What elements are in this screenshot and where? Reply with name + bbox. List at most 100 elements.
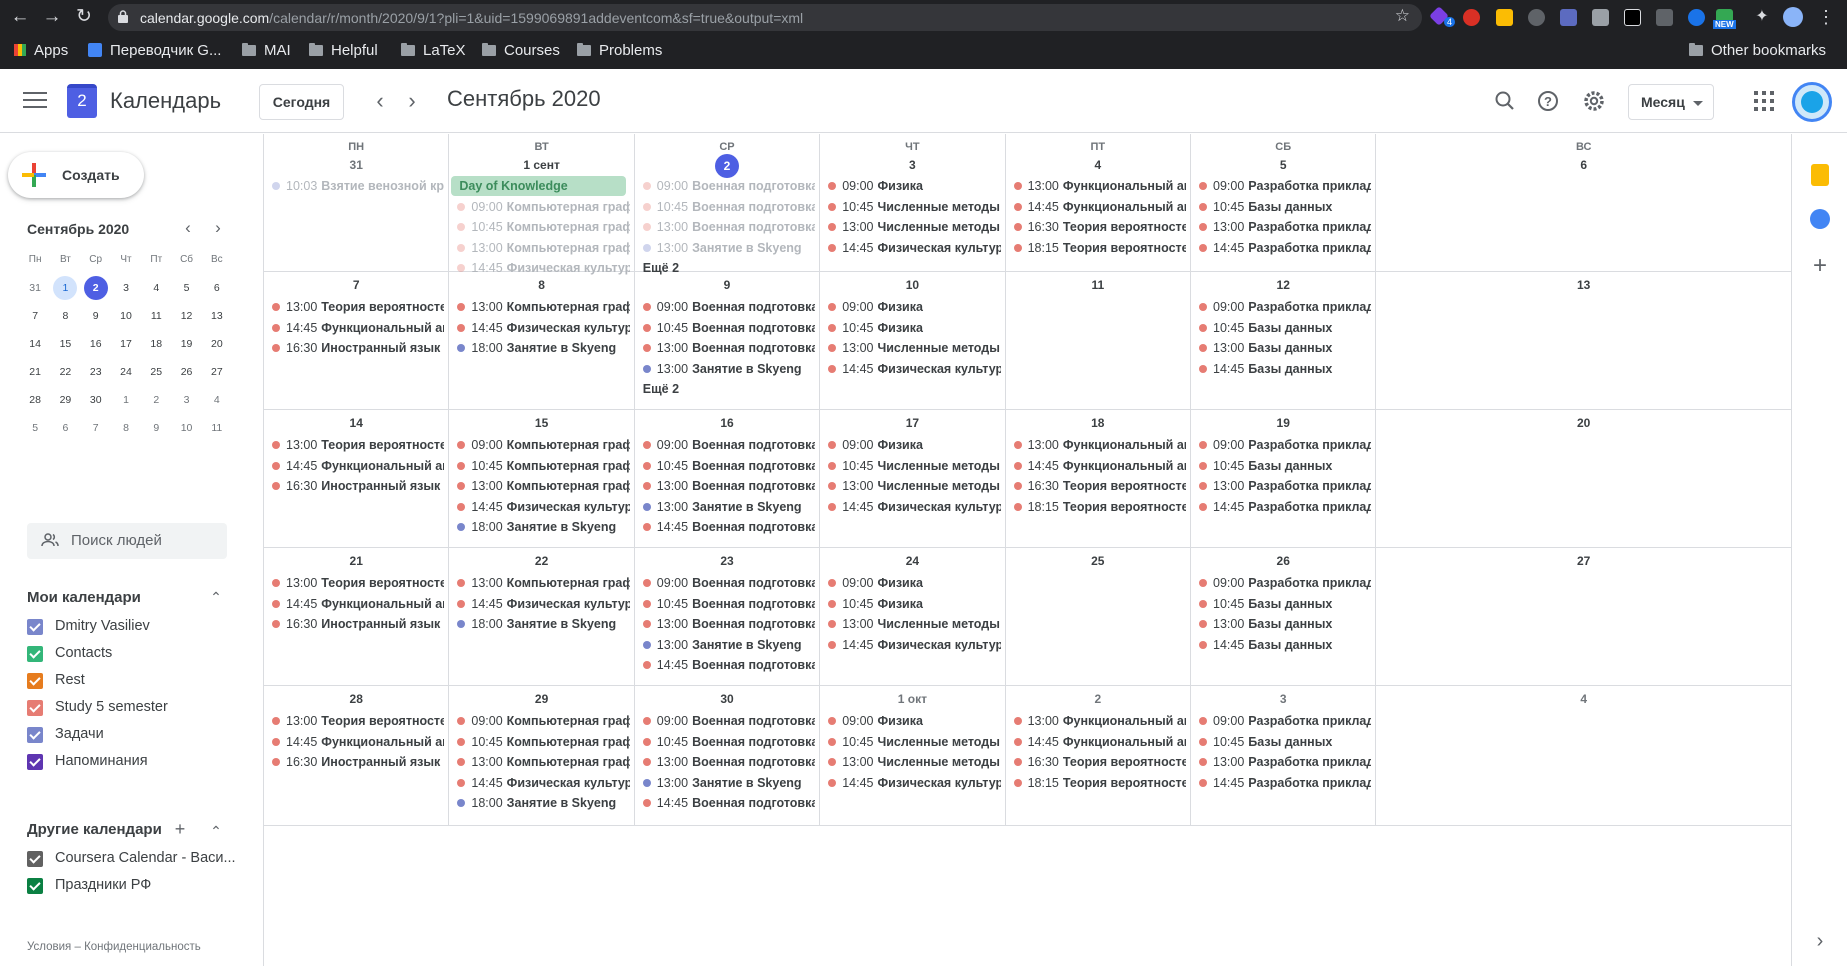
event-chip[interactable]: 18:15Теория вероятностей и мат — [1013, 773, 1186, 793]
event-chip[interactable]: 13:00Функциональный анализ — [1013, 711, 1186, 731]
checkbox[interactable] — [27, 619, 43, 635]
day-number[interactable]: 14 — [264, 416, 448, 430]
event-chip[interactable]: 09:00Компьютерная графика — [457, 711, 630, 731]
event-chip[interactable]: 13:00Разработка прикладных кс — [1199, 752, 1371, 772]
event-chip[interactable]: 10:45 Численные методы — [828, 197, 1000, 217]
chevron-up-icon[interactable]: ⌃ — [209, 589, 223, 605]
day-number[interactable]: 21 — [264, 554, 448, 568]
event-chip[interactable]: 10:45 Военная подготовка — [642, 732, 815, 752]
address-bar[interactable]: calendar.google.com/calendar/r/month/202… — [108, 4, 1422, 31]
event-chip[interactable]: 18:00 Занятие в Skyeng — [457, 614, 629, 634]
mini-day[interactable]: 10 — [171, 414, 201, 442]
event-chip[interactable]: 14:45Функциональный анализ — [1013, 197, 1186, 217]
extension-t-icon[interactable] — [1496, 9, 1513, 26]
prev-month-icon[interactable]: ‹ — [366, 87, 394, 115]
day-cell[interactable]: 2113:00Теория вероятностей и мат14:45Фун… — [264, 548, 450, 685]
event-chip[interactable]: 13:00 Занятие в Skyeng — [642, 773, 815, 793]
event-chip[interactable]: 14:45Функциональный анализ — [272, 318, 444, 338]
day-cell[interactable]: ПН 31 10:03Взятие венозной крови — [264, 134, 450, 271]
day-number[interactable]: 2 — [1006, 692, 1190, 706]
event-chip[interactable]: 14:45 Физическая культура — [457, 773, 630, 793]
day-number[interactable]: 5 — [1191, 158, 1375, 172]
event-chip[interactable]: 18:15Теория вероятностей и мат — [1013, 497, 1186, 517]
event-chip[interactable]: 09:00 Физика — [828, 435, 1000, 455]
mini-day[interactable]: 27 — [202, 358, 232, 386]
day-cell[interactable]: 24 09:00 Физика 10:45 Физика 13:00 Численные м… — [820, 548, 1006, 685]
day-number[interactable]: 27 — [1376, 554, 1791, 568]
event-chip[interactable]: 14:45Функциональный анализ — [272, 732, 444, 752]
event-chip[interactable]: 10:45 Численные методы — [828, 732, 1000, 752]
event-chip[interactable]: 14:45 Физическая культура — [828, 359, 1001, 379]
search-icon[interactable] — [1491, 87, 1519, 115]
event-chip[interactable]: 10:45 Военная подготовка — [642, 318, 815, 338]
mini-day[interactable]: 18 — [141, 330, 171, 358]
more-vert-icon[interactable]: ⋮ — [1814, 5, 1838, 29]
event-chip[interactable]: 14:45Функциональный анализ — [272, 456, 444, 476]
day-number[interactable]: 13 — [1376, 278, 1791, 292]
event-chip[interactable]: 16:30 Иностранный язык — [272, 476, 444, 496]
day-cell[interactable]: 813:00Компьютерная графика14:45Физическа… — [449, 272, 635, 409]
event-chip[interactable]: 13:00Компьютерная графика — [457, 752, 630, 772]
event-chip[interactable]: 16:30 Иностранный язык — [272, 752, 444, 772]
bookmark-courses[interactable]: Courses — [482, 41, 560, 61]
day-number[interactable]: 4 — [1376, 692, 1791, 706]
event-chip[interactable]: 16:30 Иностранный язык — [272, 614, 444, 634]
day-cell[interactable]: 2213:00Компьютерная графика14:45Физическ… — [449, 548, 635, 685]
event-chip[interactable]: 10:45 Военная подготовка — [642, 594, 815, 614]
forward-icon[interactable]: → — [40, 5, 64, 29]
day-number[interactable]: 30 — [635, 692, 819, 706]
event-chip[interactable]: 09:00 Военная подготовка — [642, 573, 815, 593]
event-chip[interactable]: 13:00 Занятие в Skyeng — [642, 635, 815, 655]
day-number[interactable]: 28 — [264, 692, 448, 706]
add-addon-icon[interactable]: + — [1808, 254, 1832, 279]
day-cell[interactable]: 713:00Теория вероятностей и мат14:45Функ… — [264, 272, 450, 409]
day-number[interactable]: 6 — [1376, 158, 1791, 172]
mini-day[interactable]: 26 — [171, 358, 201, 386]
checkbox[interactable] — [27, 878, 43, 894]
event-chip[interactable]: 13:00 Численные методы — [828, 476, 1000, 496]
event-chip[interactable]: 14:45 Физическая культура — [828, 635, 1001, 655]
event-chip[interactable]: 13:00Компьютерная графика — [457, 573, 630, 593]
mini-day[interactable]: 21 — [20, 358, 50, 386]
day-number[interactable]: 4 — [1006, 158, 1190, 172]
event-chip[interactable]: 13:00 Численные методы — [828, 338, 1000, 358]
day-cell[interactable]: 10 09:00 Физика 10:45 Физика 13:00 Численные м… — [820, 272, 1006, 409]
keep-icon[interactable] — [1811, 164, 1829, 186]
day-cell[interactable]: 2609:00Разработка прикладных кс10:45Базы… — [1191, 548, 1377, 685]
day-number[interactable]: 16 — [635, 416, 819, 430]
event-chip[interactable]: 10:45Компьютерная графика — [457, 732, 630, 752]
event-chip[interactable]: 18:00 Занятие в Skyeng — [457, 793, 629, 813]
event-chip[interactable]: 09:00 Военная подготовка — [642, 711, 815, 731]
event-chip[interactable]: 13:00Функциональный анализ — [1013, 176, 1186, 196]
event-chip[interactable]: 18:15Теория вероятностей и мат — [1013, 238, 1186, 258]
mini-day[interactable]: 2 — [141, 386, 171, 414]
day-number[interactable]: 17 — [820, 416, 1004, 430]
day-number[interactable]: 15 — [449, 416, 633, 430]
day-cell[interactable]: 30 09:00 Военная подготовка 10:45 Военная по… — [635, 686, 821, 825]
mini-day[interactable]: 13 — [202, 302, 232, 330]
back-icon[interactable]: ← — [8, 5, 32, 29]
event-chip[interactable]: 14:45Разработка прикладных кс — [1199, 773, 1371, 793]
mini-day[interactable]: 11 — [202, 414, 232, 442]
event-chip[interactable]: 14:45 Физическая культура — [457, 594, 630, 614]
event-chip[interactable]: 14:45 Военная подготовка — [642, 793, 815, 813]
event-chip[interactable]: 10:45Компьютерная графика — [457, 456, 630, 476]
create-button[interactable]: Создать — [8, 152, 144, 198]
day-cell[interactable]: 2813:00Теория вероятностей и мат14:45Фун… — [264, 686, 450, 825]
add-calendar-icon[interactable]: + — [173, 819, 187, 839]
day-cell[interactable]: СБ509:00Разработка прикладных кс10:45Баз… — [1191, 134, 1377, 271]
event-chip[interactable]: 10:45 Базы данных — [1199, 594, 1371, 614]
day-number[interactable]: 18 — [1006, 416, 1190, 430]
day-number[interactable]: 10 — [820, 278, 1004, 292]
day-cell[interactable]: ВТ 1 сент Day of Knowledge 09:00 Компьютерна… — [449, 134, 635, 275]
event-chip[interactable]: 13:00 Занятие в Skyeng — [642, 497, 815, 517]
day-cell[interactable]: ВС 6 — [1376, 134, 1792, 271]
event-chip[interactable]: 10:45 Военная подготовка — [642, 456, 815, 476]
bookmark-translate[interactable]: Переводчик G... — [88, 41, 221, 61]
day-number[interactable]: 29 — [449, 692, 633, 706]
event-chip[interactable]: 09:00 Военная подготовка — [642, 435, 815, 455]
main-menu-icon[interactable] — [22, 89, 48, 111]
bookmark-mai[interactable]: MAI — [242, 41, 291, 61]
extension-icon-9[interactable] — [1688, 9, 1705, 26]
mini-day[interactable]: 29 — [50, 386, 80, 414]
